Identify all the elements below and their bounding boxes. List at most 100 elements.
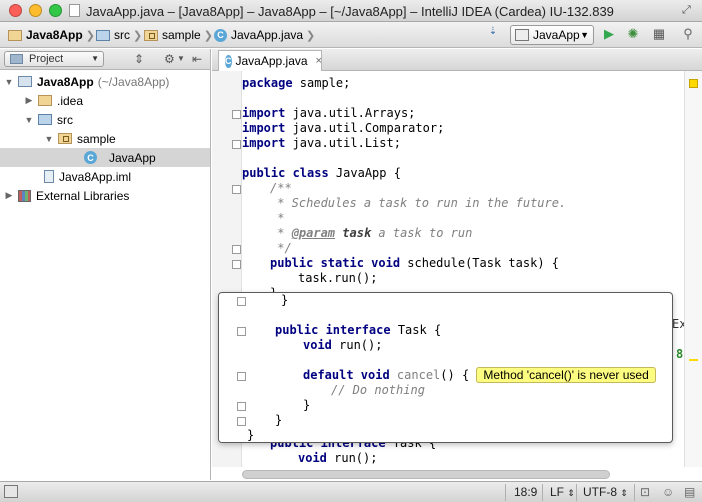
code-line: public interface Task { — [275, 323, 442, 337]
folder-icon — [8, 29, 22, 41]
coverage-icon[interactable]: ▦ — [650, 26, 668, 44]
code-line[interactable]: import java.util.Arrays; — [242, 106, 415, 121]
code-line: } — [303, 398, 311, 412]
hide-panel-icon[interactable]: ⇤ — [192, 52, 202, 66]
tab-javaapp[interactable]: C JavaApp.java × — [218, 50, 322, 71]
navigation-bar: Java8App ❯ src ❯ sample ❯ C JavaApp.java ❯ ⇣… — [0, 22, 702, 48]
project-tree: ▼ Java8App (~/Java8App) ▶ .idea ▼ src ▼ … — [0, 70, 211, 480]
chevron-right-icon: ❯ — [306, 29, 316, 42]
window-title: JavaApp.java – [Java8App] – Java8App – [… — [86, 4, 614, 19]
search-icon[interactable]: ⚲ — [680, 26, 696, 44]
package-icon — [144, 29, 158, 41]
inspection-tooltip: Method 'cancel()' is never used — [476, 367, 656, 383]
close-tab-icon[interactable]: × — [316, 55, 322, 67]
fold-marker-icon — [237, 402, 246, 411]
breadcrumb-src[interactable]: src ❯ — [96, 27, 146, 43]
error-stripe[interactable] — [684, 71, 702, 467]
application-icon — [515, 29, 529, 41]
code-line[interactable]: * @param task a task to run — [242, 226, 472, 241]
code-line[interactable]: package sample; — [242, 76, 350, 91]
tree-item-iml[interactable]: Java8App.iml — [0, 167, 210, 186]
tree-item-javaapp[interactable]: C JavaApp — [0, 148, 210, 167]
fullscreen-icon[interactable]: ⤢ — [682, 4, 696, 18]
lock-icon[interactable]: ⊡ — [640, 485, 650, 499]
fold-marker-icon — [237, 372, 246, 381]
code-line[interactable]: task.run(); — [242, 271, 377, 286]
run-configuration-dropdown[interactable]: JavaApp ▼ — [510, 25, 594, 45]
code-line: default void cancel() { Method 'cancel()… — [253, 367, 656, 383]
event-log-icon[interactable]: ▤ — [684, 485, 695, 499]
fold-marker-icon[interactable] — [232, 245, 241, 254]
chevron-updown-icon: ⇕ — [620, 488, 628, 498]
breadcrumb-project[interactable]: Java8App ❯ — [8, 27, 99, 43]
expanded-arrow-icon[interactable]: ▼ — [44, 134, 54, 144]
code-line[interactable]: public class JavaApp { — [242, 166, 401, 181]
clipped-code-text: 8 — [676, 347, 684, 361]
folder-icon — [38, 95, 52, 106]
runnable-class-icon: C — [84, 151, 97, 164]
package-icon — [58, 133, 72, 144]
fold-marker-icon[interactable] — [232, 140, 241, 149]
title-bar: JavaApp.java – [Java8App] – Java8App – [… — [0, 0, 702, 22]
file-encoding[interactable]: UTF-8 ⇕ — [583, 485, 628, 499]
code-line[interactable]: * Schedules a task to run in the future. — [242, 196, 566, 211]
collapsed-arrow-icon[interactable]: ▶ — [24, 95, 34, 106]
project-icon — [10, 54, 23, 64]
expanded-arrow-icon[interactable]: ▼ — [24, 115, 34, 125]
code-line: // Do nothing — [331, 383, 425, 397]
minimize-window-button[interactable] — [29, 4, 42, 17]
fold-marker-icon — [237, 297, 246, 306]
module-file-icon — [44, 170, 54, 183]
project-panel-header: Project ▼ ⇕ ⚙ ▼ ⇤ — [0, 49, 211, 70]
code-line: void run(); — [303, 338, 383, 352]
fold-marker-icon — [237, 417, 246, 426]
code-preview-popup: } public interface Task { void run(); de… — [218, 292, 673, 443]
inspector-icon[interactable]: ☺ — [662, 485, 674, 499]
code-line[interactable]: import java.util.List; — [242, 136, 401, 151]
zoom-window-button[interactable] — [49, 4, 62, 17]
collapsed-arrow-icon[interactable]: ▶ — [4, 190, 14, 201]
library-icon — [18, 189, 31, 202]
tree-item-idea[interactable]: ▶ .idea — [0, 91, 210, 110]
warning-indicator-icon[interactable] — [689, 79, 698, 88]
breadcrumb-file[interactable]: C JavaApp.java ❯ — [214, 27, 319, 43]
gear-icon[interactable]: ⚙ — [164, 52, 175, 66]
collapse-all-icon[interactable]: ⇕ — [134, 52, 144, 66]
code-line[interactable]: public static void schedule(Task task) { — [242, 256, 559, 271]
code-line[interactable]: * — [242, 211, 284, 226]
code-line[interactable]: */ — [242, 241, 291, 256]
debug-icon[interactable]: ✺ — [624, 26, 642, 44]
chevron-right-icon: ❯ — [133, 29, 143, 42]
code-line[interactable]: void run(); — [242, 451, 377, 466]
line-separator[interactable]: LF ⇕ — [550, 485, 575, 499]
status-bar: 18:9 LF ⇕ UTF-8 ⇕ ⊡ ☺ ▤ — [0, 481, 702, 502]
chevron-down-icon: ▼ — [91, 54, 99, 63]
tree-item-src[interactable]: ▼ src — [0, 110, 210, 129]
breadcrumb-sample[interactable]: sample ❯ — [144, 27, 217, 43]
class-icon: C — [214, 28, 227, 42]
run-icon[interactable]: ▶ — [602, 26, 616, 44]
code-line[interactable]: /** — [242, 181, 292, 196]
fold-marker-icon[interactable] — [232, 185, 241, 194]
make-icon[interactable]: ⇣ — [484, 26, 502, 44]
close-window-button[interactable] — [9, 4, 22, 17]
tool-windows-toggle-icon[interactable] — [4, 485, 18, 498]
chevron-right-icon: ❯ — [85, 29, 95, 42]
warning-marker[interactable] — [689, 359, 698, 361]
code-line[interactable]: import java.util.Comparator; — [242, 121, 444, 136]
caret-position[interactable]: 18:9 — [514, 485, 537, 499]
editor-tab-bar: C JavaApp.java × — [212, 49, 702, 71]
tree-item-external-libraries[interactable]: ▶ External Libraries — [0, 186, 210, 205]
source-folder-icon — [38, 114, 52, 125]
fold-marker-icon[interactable] — [232, 110, 241, 119]
fold-marker-icon — [237, 327, 246, 336]
tree-item-project[interactable]: ▼ Java8App (~/Java8App) — [0, 72, 210, 91]
project-view-dropdown[interactable]: Project ▼ — [4, 51, 104, 67]
chevron-down-icon[interactable]: ▼ — [177, 54, 185, 63]
horizontal-scrollbar[interactable] — [242, 470, 610, 479]
tree-item-sample[interactable]: ▼ sample — [0, 129, 210, 148]
code-line: } — [281, 293, 289, 307]
fold-marker-icon[interactable] — [232, 260, 241, 269]
expanded-arrow-icon[interactable]: ▼ — [4, 77, 14, 87]
class-icon: C — [225, 54, 232, 68]
